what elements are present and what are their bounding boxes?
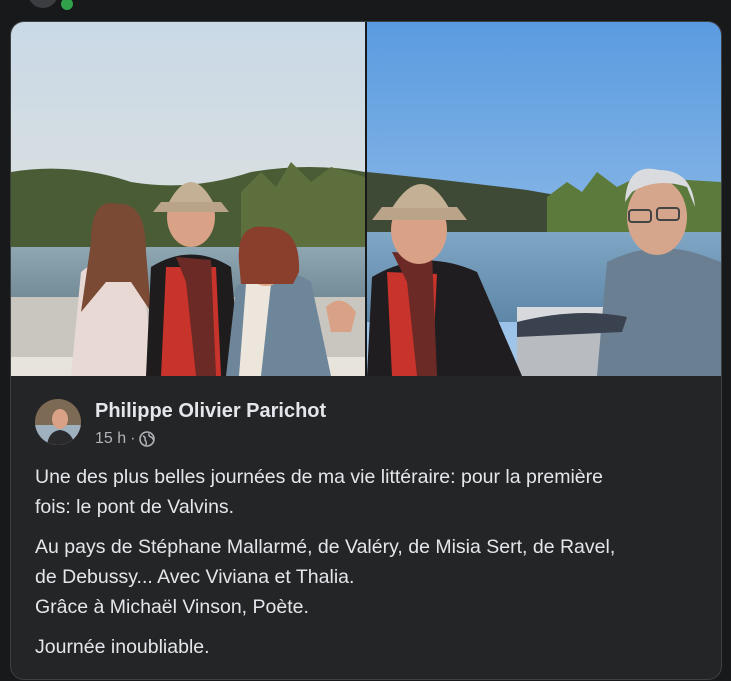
meta-separator: · <box>130 430 136 447</box>
post-message: Une des plus belles journées de ma vie l… <box>35 462 705 672</box>
author-avatar[interactable] <box>35 399 81 445</box>
post-meta: 15 h · <box>95 429 156 449</box>
photo-two-men-riverside[interactable] <box>367 22 721 376</box>
text-line: de Debussy... Avec Viviana et Thalia. <box>35 566 355 588</box>
post-paragraph-2: Au pays de Stéphane Mallarmé, de Valéry,… <box>35 532 705 622</box>
author-name-link[interactable]: Philippe Olivier Parichot <box>95 399 326 423</box>
text-line: Au pays de Stéphane Mallarmé, de Valéry,… <box>35 536 616 558</box>
post-paragraph-3: Journée inoubliable. <box>35 632 705 662</box>
previous-header-strip <box>0 0 731 12</box>
post-paragraph-1: Une des plus belles journées de ma vie l… <box>35 462 705 522</box>
page-avatar[interactable] <box>28 0 58 8</box>
text-line: Une des plus belles journées de ma vie l… <box>35 466 603 488</box>
post-card: Philippe Olivier Parichot 15 h · Une des… <box>10 21 722 680</box>
globe-icon[interactable] <box>139 431 156 447</box>
online-status-dot <box>59 0 75 12</box>
text-line: Journée inoubliable. <box>35 636 210 658</box>
text-line: Grâce à Michaël Vinson, Poète. <box>35 596 309 618</box>
text-line: fois: le pont de Valvins. <box>35 496 235 518</box>
post-photos <box>11 22 721 376</box>
photo-three-people-riverside[interactable] <box>11 22 365 376</box>
post-timestamp[interactable]: 15 h <box>95 429 126 449</box>
